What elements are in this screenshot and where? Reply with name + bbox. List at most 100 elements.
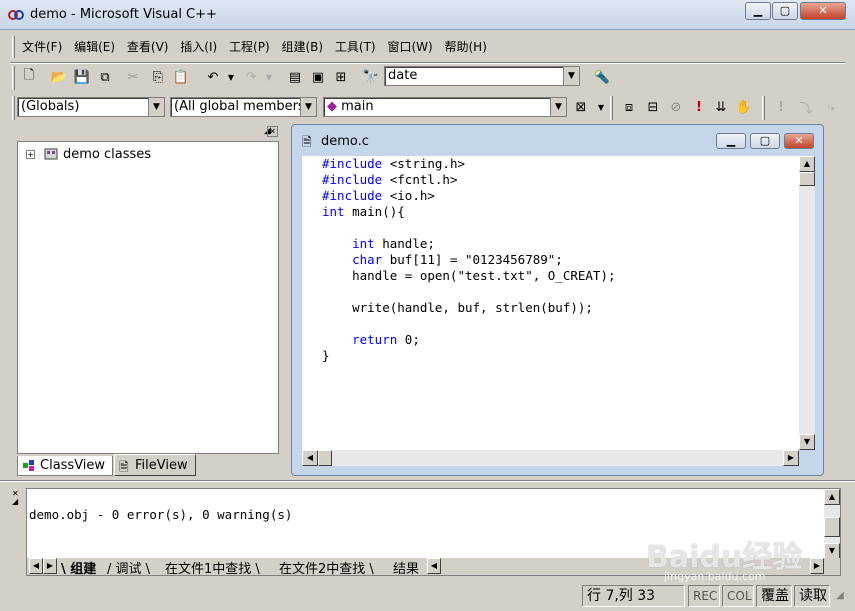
size-grip-icon[interactable]: ◢ (836, 590, 844, 601)
save-icon[interactable]: 💾 (71, 66, 93, 88)
status-overwrite: 覆盖 (756, 585, 792, 607)
scroll-up-icon[interactable]: ▲ (799, 156, 815, 172)
build-icon[interactable]: ⊟ (642, 96, 664, 118)
execute-icon[interactable]: ! (688, 96, 710, 118)
menu-edit[interactable]: 编辑(E) (70, 34, 119, 59)
scroll-left-icon[interactable]: ◀ (302, 450, 318, 466)
save-all-icon[interactable]: ⧉ (94, 66, 116, 88)
tab-fileview[interactable]: 🗎 FileView (114, 454, 196, 476)
editor-title-bar: 🗎 demo.c ▁ ▢ ✕ (292, 125, 823, 155)
expand-icon[interactable]: + (26, 150, 35, 159)
code-line[interactable]: #include <fcntl.h> (322, 172, 457, 188)
editor-vscrollbar[interactable]: ▲ ▼ (799, 156, 815, 450)
scroll-thumb[interactable] (799, 172, 815, 186)
compile-icon[interactable]: ⧈ (618, 96, 640, 118)
workspace-icon[interactable]: ▤ (284, 66, 306, 88)
window-list-icon[interactable]: ⊞ (330, 66, 352, 88)
menu-tools[interactable]: 工具(T) (331, 34, 380, 59)
tree-root-label[interactable]: demo classes (63, 147, 151, 162)
code-area[interactable]: #include <string.h> #include <fcntl.h> #in… (302, 156, 799, 466)
tab-build[interactable]: \ 组建 (61, 558, 96, 577)
minimize-button[interactable]: ▁ (745, 2, 771, 20)
editor-maximize-button[interactable]: ▢ (750, 133, 780, 149)
menubar-grip[interactable] (12, 36, 15, 58)
toolbar-grip[interactable] (12, 66, 15, 90)
redo-dropdown-icon[interactable]: ▼ (258, 66, 280, 88)
wizard-action-icon[interactable]: ⊠ (570, 96, 592, 118)
scroll-right-icon[interactable]: ▶ (783, 450, 799, 466)
step-into-icon[interactable]: ⤵ (795, 96, 817, 118)
tab-find2[interactable]: 在文件2中查找 \ (279, 558, 374, 577)
output-vscrollbar[interactable]: ▲ ▼ (824, 489, 840, 559)
maximize-button[interactable]: ▢ (772, 2, 798, 20)
menu-view[interactable]: 查看(V) (123, 34, 173, 59)
wizard-dropdown-icon[interactable]: ▼ (590, 96, 612, 118)
go-icon[interactable]: ⇊ (710, 96, 732, 118)
scope-combo[interactable]: (Globals) ▼ (17, 97, 165, 117)
restart-icon[interactable]: ! (770, 96, 792, 118)
code-line[interactable]: handle = open("test.txt", O_CREAT); (322, 268, 615, 284)
scroll-up-icon[interactable]: ▲ (824, 489, 840, 505)
hscroll-thumb[interactable] (318, 450, 332, 466)
copy-icon[interactable]: ⎘ (147, 66, 169, 88)
output-icon[interactable]: ▣ (307, 66, 329, 88)
find-icon[interactable]: 🔦 (591, 66, 613, 88)
tab-find1[interactable]: 在文件1中查找 \ (165, 558, 260, 577)
code-line[interactable]: int handle; (322, 236, 435, 252)
tab-first-icon[interactable]: ◀ (29, 558, 43, 574)
menubar: 文件(F) 编辑(E) 查看(V) 插入(I) 工程(P) 组建(B) 工具(T… (18, 34, 853, 60)
find-in-files-icon[interactable]: 🔭 (360, 66, 382, 88)
buildbar-grip[interactable] (610, 96, 613, 120)
chevron-down-icon[interactable]: ▼ (550, 98, 566, 116)
code-line[interactable]: write(handle, buf, strlen(buf)); (322, 300, 593, 316)
menu-window[interactable]: 窗口(W) (383, 34, 436, 59)
debugbar-grip[interactable] (762, 96, 765, 120)
scroll-right-icon[interactable]: ▶ (810, 558, 824, 574)
output-close-icon[interactable]: ✕ ◢ (12, 490, 19, 506)
code-line[interactable]: int main(){ (322, 204, 405, 220)
undo-dropdown-icon[interactable]: ▼ (220, 66, 242, 88)
chevron-down-icon[interactable]: ▼ (148, 98, 164, 116)
scroll-left-icon[interactable]: ◀ (427, 558, 441, 574)
paste-icon[interactable]: 📋 (170, 66, 192, 88)
find-combo[interactable]: date ▼ (384, 66, 580, 86)
code-line[interactable]: return 0; (322, 332, 420, 348)
scroll-down-icon[interactable]: ▼ (824, 543, 840, 559)
chevron-down-icon[interactable]: ▼ (300, 98, 316, 116)
pane-close-icon[interactable]: ✕ (267, 126, 278, 137)
members-combo[interactable]: (All global members ▼ (170, 97, 317, 117)
tab-find2-label: 在文件2中查找 (279, 562, 366, 577)
menu-insert[interactable]: 插入(I) (176, 34, 221, 59)
code-line[interactable]: #include <string.h> (322, 156, 465, 172)
editor-minimize-button[interactable]: ▁ (716, 133, 746, 149)
cut-icon[interactable]: ✂ (122, 66, 144, 88)
tab-results[interactable]: 结果 (393, 558, 419, 577)
editor-hscrollbar[interactable]: ◀ ▶ (302, 450, 799, 466)
open-folder-icon[interactable]: 📂 (48, 66, 70, 88)
code-line[interactable]: #include <io.h> (322, 188, 435, 204)
code-text: write(handle, buf, strlen(buf)); (322, 300, 593, 315)
stop-build-icon[interactable]: ⊘ (665, 96, 687, 118)
tab-classview[interactable]: ClassView (17, 456, 113, 476)
code-line[interactable]: } (322, 348, 330, 364)
new-file-icon[interactable]: 🗋 (18, 66, 40, 88)
wizardbar-grip[interactable] (12, 96, 15, 120)
close-button[interactable]: ✕ (800, 2, 846, 20)
scroll-down-icon[interactable]: ▼ (799, 434, 815, 450)
function-combo[interactable]: ◆ main ▼ (323, 97, 567, 117)
menu-help[interactable]: 帮助(H) (441, 34, 491, 59)
menu-build[interactable]: 组建(B) (277, 34, 327, 59)
code-text: <fcntl.h> (382, 172, 458, 187)
editor-close-button[interactable]: ✕ (784, 133, 814, 149)
code-text: handle; (374, 236, 435, 251)
menu-file[interactable]: 文件(F) (18, 34, 66, 59)
output-scroll-thumb[interactable] (824, 517, 840, 537)
chevron-down-icon[interactable]: ▼ (563, 67, 579, 85)
step-over-icon[interactable]: ⤷ (820, 96, 842, 118)
code-line[interactable]: char buf[11] = "0123456789"; (322, 252, 563, 268)
menu-project[interactable]: 工程(P) (225, 34, 274, 59)
status-bar: 行 7,列 33 REC COL 覆盖 读取 ◢ (0, 582, 855, 611)
tab-next-icon[interactable]: ▶ (43, 558, 57, 574)
tab-debug[interactable]: / 调试 \ (107, 558, 150, 577)
breakpoint-hand-icon[interactable]: ✋ (733, 96, 755, 118)
